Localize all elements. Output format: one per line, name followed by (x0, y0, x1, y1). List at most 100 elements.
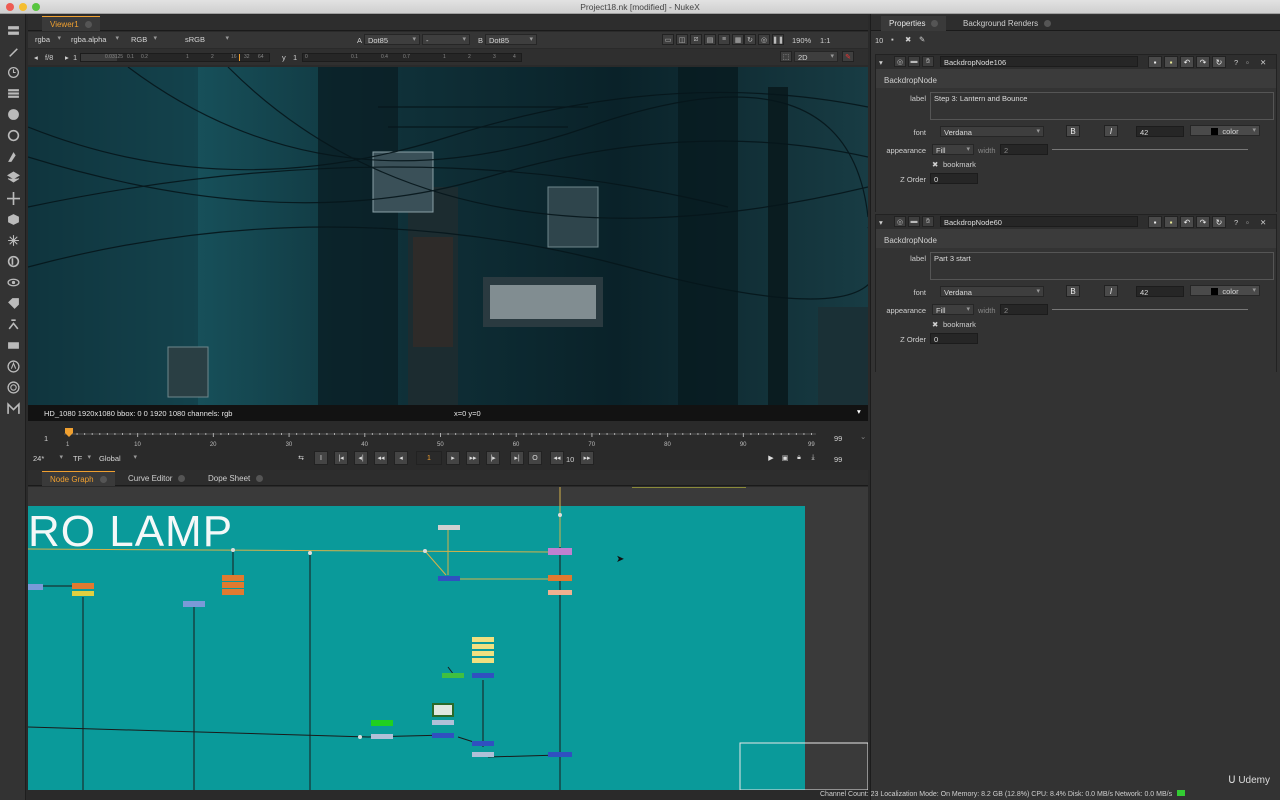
time-tools-icon[interactable] (5, 64, 21, 80)
input-b-dropdown[interactable]: Dot85 (485, 34, 537, 45)
node-color-button[interactable]: ▪ (1148, 56, 1162, 68)
italic-button[interactable]: I (1104, 125, 1118, 137)
colorspace-dropdown[interactable]: sRGB (182, 34, 232, 45)
graph-node[interactable] (472, 637, 494, 642)
viewer-canvas[interactable] (28, 67, 868, 405)
bold-button[interactable]: B (1066, 125, 1080, 137)
redo-icon[interactable]: ↷ (1196, 216, 1210, 228)
width-field[interactable]: 2 (1000, 304, 1048, 315)
gamma-slider[interactable]: 0 0.1 0.4 0.7 1 2 3 4 (302, 53, 522, 62)
node-graph-canvas[interactable]: RO LAMP ➤ (28, 487, 868, 790)
graph-node[interactable] (472, 644, 494, 649)
tab-dope-sheet[interactable]: Dope Sheet (200, 471, 271, 486)
out-point-button[interactable]: O (528, 451, 542, 465)
play-backward-button[interactable]: ◂ (394, 451, 408, 465)
color-button[interactable]: color (1190, 285, 1260, 296)
proxy-icon[interactable]: ▤ (704, 34, 716, 45)
particles-tools-icon[interactable] (5, 232, 21, 248)
label-textarea[interactable]: Step 3: Lantern and Bounce (930, 92, 1274, 120)
graph-node[interactable] (548, 590, 572, 595)
bold-button[interactable]: B (1066, 285, 1080, 297)
next-increment-button[interactable]: ▸▸ (466, 451, 480, 465)
lock-panel-icon[interactable]: ▪ (891, 35, 894, 44)
safe-area-icon[interactable]: ⬚ (780, 51, 792, 62)
metadata-tools-icon[interactable] (5, 295, 21, 311)
flipbook-icon[interactable]: ▶ (764, 451, 778, 465)
input-a-dropdown[interactable]: Dot85 (364, 34, 420, 45)
redo-icon[interactable]: ↷ (1196, 56, 1210, 68)
collapse-icon[interactable]: ▾ (879, 58, 883, 67)
ocula-tools-icon[interactable] (5, 379, 21, 395)
help-icon[interactable]: ? (1234, 58, 1238, 67)
clear-panels-icon[interactable]: ✖ (905, 35, 911, 44)
alpha-channel-dropdown[interactable]: rgba.alpha (68, 34, 122, 45)
pick-color-icon[interactable]: ✎ (842, 51, 854, 62)
graph-node[interactable] (472, 651, 494, 656)
zorder-field[interactable]: 0 (930, 173, 978, 184)
timeline-end-field[interactable]: 99 (834, 455, 842, 464)
lock-icon[interactable]: 🔒︎ (792, 451, 806, 465)
channel-tools-icon[interactable] (5, 85, 21, 101)
font-size-field[interactable]: 42 (1136, 286, 1184, 297)
width-field[interactable]: 2 (1000, 144, 1048, 155)
close-tab-icon[interactable] (84, 21, 92, 28)
node-tile-color-button[interactable]: ▪ (1164, 56, 1178, 68)
graph-node[interactable] (548, 752, 572, 757)
timeline-end[interactable]: 99 (834, 434, 842, 443)
undo-icon[interactable]: ↶ (1180, 216, 1194, 228)
node-name-field[interactable]: BackdropNode106 (940, 56, 1138, 67)
zorder-field[interactable]: 0 (930, 333, 978, 344)
graph-node[interactable] (72, 591, 94, 596)
graph-node[interactable] (442, 673, 464, 678)
prev-keyframe-button[interactable]: ◂| (354, 451, 368, 465)
frame-step[interactable]: 10 (566, 455, 574, 464)
width-slider[interactable] (1052, 309, 1248, 310)
prev-increment-button[interactable]: ◂◂ (374, 451, 388, 465)
graph-node[interactable] (432, 720, 454, 725)
graph-node[interactable] (472, 741, 494, 746)
bookmark-check-icon[interactable]: ✖ (932, 160, 938, 169)
bookmark-check-icon[interactable]: ✖ (932, 320, 938, 329)
graph-node[interactable] (183, 601, 205, 607)
keyer-tools-icon[interactable] (5, 148, 21, 164)
tf-dropdown[interactable]: TF (70, 453, 94, 464)
draw-tools-icon[interactable] (5, 43, 21, 59)
fstop-arrow-icon[interactable]: ◂ (34, 53, 38, 62)
timeline-start[interactable]: 1 (44, 434, 48, 443)
graph-node[interactable] (472, 752, 494, 757)
node-tile-color-button[interactable]: ▪ (1164, 216, 1178, 228)
node-name-field[interactable]: BackdropNode60 (940, 216, 1138, 227)
close-tab-icon[interactable] (99, 476, 107, 483)
tab-backdropnode[interactable]: BackdropNode (880, 233, 941, 248)
node-center-icon[interactable]: ▬ (908, 56, 920, 67)
close-tab-icon[interactable] (178, 475, 186, 482)
channels-dropdown[interactable]: rgba (32, 34, 64, 45)
graph-node[interactable] (438, 525, 460, 530)
view-mode-dropdown[interactable]: 2D (794, 51, 838, 62)
pixel-ratio[interactable]: 1:1 (820, 36, 830, 45)
color-tools-icon[interactable] (5, 106, 21, 122)
transform-tools-icon[interactable] (5, 190, 21, 206)
gamma-value[interactable]: 1 (293, 53, 297, 62)
color-button[interactable]: color (1190, 125, 1260, 136)
pause-icon[interactable]: ❚❚ (772, 34, 784, 45)
float-icon[interactable]: ▫ (1246, 58, 1249, 67)
graph-node[interactable] (28, 584, 43, 590)
width-slider[interactable] (1052, 149, 1248, 150)
gain-value[interactable]: 1 (73, 53, 77, 62)
node-hand-icon[interactable]: ✋︎ (922, 216, 934, 227)
revert-icon[interactable]: ↻ (1212, 216, 1226, 228)
graph-node[interactable] (371, 734, 393, 739)
deep-tools-icon[interactable] (5, 253, 21, 269)
graph-node[interactable] (432, 703, 454, 717)
close-panel-icon[interactable]: ✕ (1260, 58, 1266, 67)
other-tools-icon[interactable] (5, 337, 21, 353)
playhead[interactable] (65, 428, 73, 437)
label-textarea[interactable]: Part 3 start (930, 252, 1274, 280)
mocha-tools-icon[interactable] (5, 400, 21, 416)
graph-node[interactable] (438, 576, 460, 581)
lines-icon[interactable]: ≡ (718, 34, 730, 45)
next-keyframe-button[interactable]: |▸ (486, 451, 500, 465)
node-color-button[interactable]: ▪ (1148, 216, 1162, 228)
tab-background-renders[interactable]: Background Renders (955, 16, 1059, 31)
